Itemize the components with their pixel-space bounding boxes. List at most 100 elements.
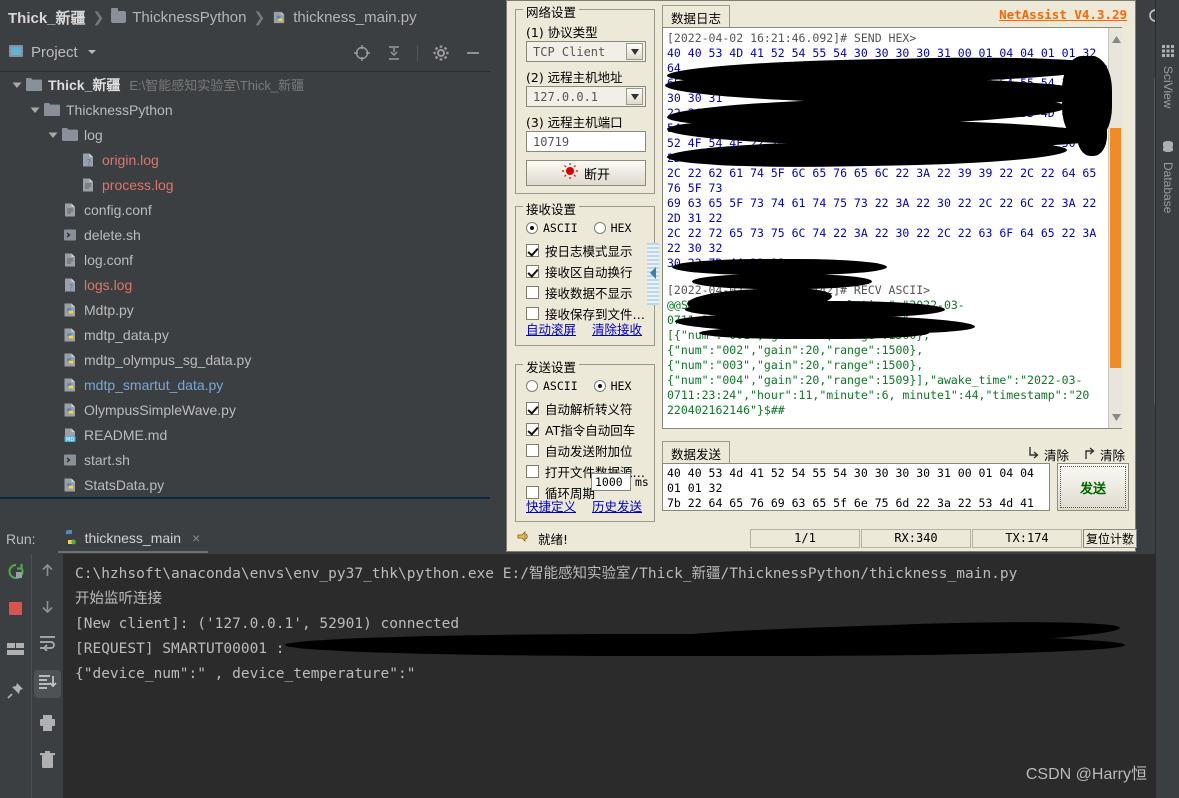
resize-grip-icon[interactable] [1121,534,1133,549]
tree-item-thick-[interactable]: Thick_新疆 E:\智能感知实验室\Thick_新疆 [0,72,490,97]
gear-icon[interactable] [432,44,450,62]
history-send-link[interactable]: 历史发送 [592,496,642,515]
print-icon[interactable] [38,714,57,735]
send-checkbox-0[interactable]: 自动解析转义符 [526,399,645,418]
tree-item-path: E:\智能感知实验室\Thick_新疆 [129,78,305,93]
right-tool-strip: SciView Database [1155,0,1179,798]
console-line: 开始监听连接 [75,591,162,607]
scroll-down-icon[interactable] [1112,410,1121,424]
clear-recv-link[interactable]: 清除接收 [592,319,642,338]
recv-radio-hex[interactable]: HEX [593,221,631,235]
toolbar-divider [417,44,418,61]
folder-icon [111,8,127,23]
send-data-input[interactable]: 40 40 53 4d 41 52 54 55 54 30 30 30 30 3… [662,463,1050,511]
tree-item-mdtp-data-py[interactable]: mdtp_data.py [0,322,490,347]
tree-item-statsdata-py[interactable]: StatsData.py [0,472,490,497]
breadcrumb-item-project[interactable]: Thick_新疆 [8,7,86,28]
tree-twisty-icon[interactable] [8,80,26,90]
unknown-file-icon: ? [62,277,78,293]
sidebar-item-sciview[interactable]: SciView [1156,44,1179,108]
scrollbar-thumb[interactable] [1110,128,1121,368]
redaction-mark [672,259,887,275]
protocol-select[interactable]: TCP Client [526,41,646,62]
chevron-down-icon[interactable] [626,43,643,60]
tree-item-label: log [84,126,103,143]
tree-twisty-icon[interactable] [26,105,44,115]
locate-icon[interactable] [353,44,371,62]
tree-item-origin-log[interactable]: ? origin.log [0,147,490,172]
recv-checkbox-1[interactable]: 接收区自动换行 [526,262,645,281]
python-file-icon [62,327,78,343]
tree-item-thickness-main-py[interactable]: thickness_main.py [0,497,490,499]
clear-down-icon [1027,446,1040,463]
tree-item-mdtp-py[interactable]: Mdtp.py [0,297,490,322]
radio-icon [526,222,538,234]
collapse-all-icon[interactable] [385,44,403,62]
tree-item-label: mdtp_olympus_sg_data.py [84,351,252,368]
auto-scroll-link[interactable]: 自动滚屏 [526,319,576,338]
tree-item-readme-md[interactable]: MD README.md [0,422,490,447]
tree-item-olympussimplewave-py[interactable]: OlympusSimpleWave.py [0,397,490,422]
minimize-icon[interactable] [464,44,482,62]
clear-recv-button[interactable]: 清除 [1083,445,1125,464]
tree-item-process-log[interactable]: process.log [0,172,490,197]
quick-define-link[interactable]: 快捷定义 [526,496,576,515]
project-tree[interactable]: Thick_新疆 E:\智能感知实验室\Thick_新疆 ThicknessPyth… [0,72,490,499]
tree-twisty-icon[interactable] [44,130,62,140]
layout-icon[interactable] [6,642,25,659]
send-settings-group: 发送设置 ASCII HEX 自动解析转义符AT指令自动回车自动发送附加位打开文… [515,357,655,522]
tree-item-label: process.log [102,176,174,193]
text-file-icon [62,202,78,218]
send-checkbox-2[interactable]: 自动发送附加位 [526,441,645,460]
host-select[interactable]: 127.0.0.1 [526,86,646,107]
rerun-icon[interactable] [6,562,25,584]
chevron-down-icon[interactable] [626,88,643,105]
breadcrumb-item-file[interactable]: thickness_main.py [272,9,417,26]
tree-item-config-conf[interactable]: config.conf [0,197,490,222]
send-radio-ascii[interactable]: ASCII [526,379,578,393]
tree-item-delete-sh[interactable]: delete.sh [0,222,490,247]
send-button[interactable]: 发送 [1057,463,1129,511]
breadcrumb-item-folder[interactable]: ThicknessPython [111,8,247,26]
chevron-down-icon[interactable] [87,45,97,60]
host-value: 127.0.0.1 [533,89,599,104]
clear-send-button[interactable]: 清除 [1027,445,1069,464]
close-icon[interactable]: × [192,530,200,546]
tree-item-logs-log[interactable]: ? logs.log [0,272,490,297]
run-console[interactable]: C:\hzhsoft\anaconda\envs\env_py37_thk\py… [63,554,1155,798]
disconnect-button[interactable]: 断开 [526,160,646,186]
recv-checkbox-2[interactable]: 接收数据不显示 [526,283,645,302]
tree-item-thicknesspython[interactable]: ThicknessPython [0,97,490,122]
trash-icon[interactable] [39,751,56,772]
status-tx: TX:174 [972,528,1082,548]
tree-item-label: config.conf [84,201,152,218]
down-arrow-icon[interactable] [39,598,56,618]
scroll-up-icon[interactable] [1112,32,1121,46]
pin-icon[interactable] [6,681,25,703]
send-radio-hex[interactable]: HEX [593,379,631,393]
stop-icon[interactable] [7,600,24,620]
recv-radio-ascii[interactable]: ASCII [526,221,578,235]
netassist-version-label[interactable]: NetAssist V4.3.29 [999,7,1127,22]
tree-item-start-sh[interactable]: start.sh [0,447,490,472]
tree-item-log[interactable]: log [0,122,490,147]
tree-item-label: README.md [84,426,168,443]
tree-item-log-conf[interactable]: log.conf [0,247,490,272]
soft-wrap-icon[interactable] [38,634,57,654]
tree-item-mdtp-olympus-sg-data-py[interactable]: mdtp_olympus_sg_data.py [0,347,490,372]
markdown-file-icon: MD [62,427,78,443]
tree-item-mdtp-smartut-data-py[interactable]: mdtp_smartut_data.py [0,372,490,397]
tab-thickness-main[interactable]: thickness_main × [57,526,209,553]
port-input[interactable]: 10719 [526,131,646,152]
shell-file-icon [62,227,78,243]
radio-icon [526,380,538,392]
up-arrow-icon[interactable] [39,562,56,582]
send-checkbox-1[interactable]: AT指令自动回车 [526,420,645,439]
checkbox-icon [526,465,539,478]
recv-checkbox-0[interactable]: 按日志模式显示 [526,241,645,260]
sidebar-item-database[interactable]: Database [1156,140,1179,213]
cycle-period-input[interactable]: 1000 [591,473,631,491]
collapse-splitter[interactable] [647,243,659,305]
scroll-to-end-icon[interactable] [34,670,61,698]
run-toolbar-secondary [31,554,63,798]
